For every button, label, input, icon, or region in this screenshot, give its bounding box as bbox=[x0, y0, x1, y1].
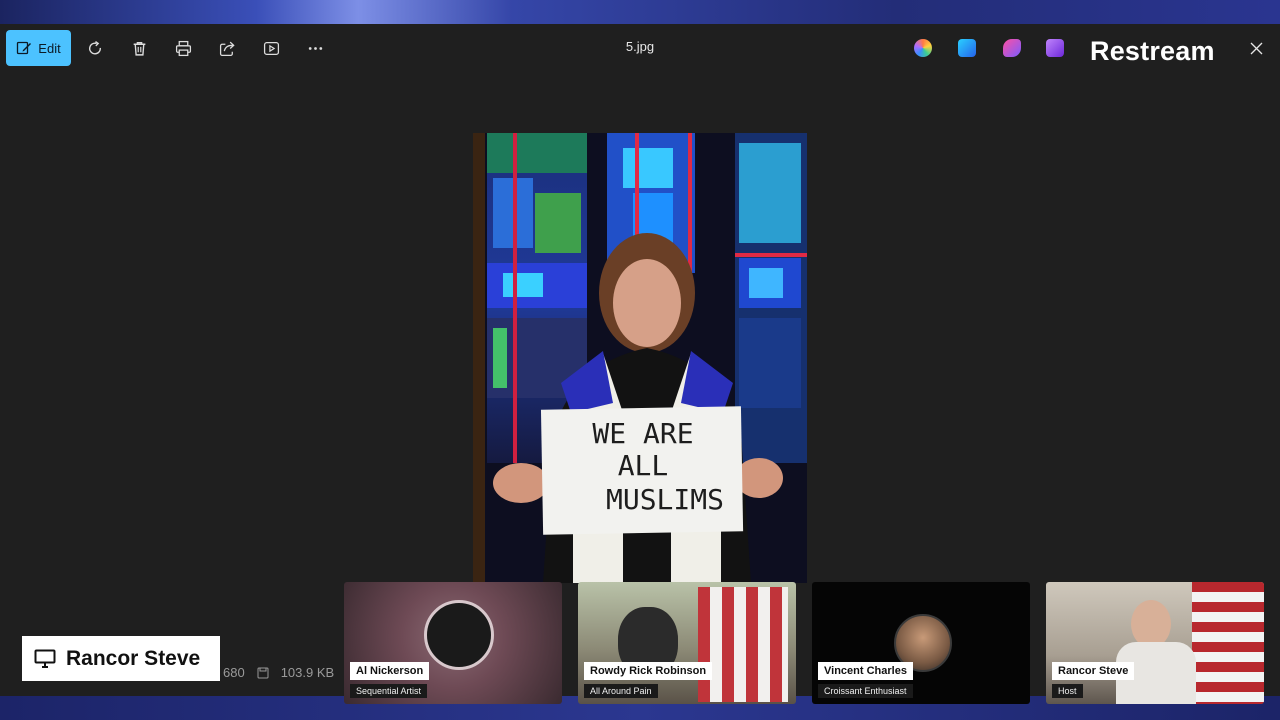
flag-backdrop bbox=[698, 587, 788, 702]
participant-name: Vincent Charles bbox=[818, 662, 913, 680]
delete-icon bbox=[133, 41, 145, 56]
photo-viewer-image: WE ARE ALL MUSLIMS bbox=[473, 133, 807, 583]
share-icon bbox=[219, 41, 235, 56]
sign-line-1: WE ARE bbox=[592, 417, 693, 450]
participant-role: Croissant Enthusiast bbox=[818, 684, 913, 698]
paint-icon[interactable] bbox=[1003, 39, 1021, 57]
participant-role: Sequential Artist bbox=[350, 684, 428, 698]
screen-share-name: Rancor Steve bbox=[66, 646, 201, 670]
image-dimension-text: 680 bbox=[223, 665, 245, 680]
print-button[interactable] bbox=[167, 32, 199, 64]
save-icon bbox=[257, 667, 269, 678]
flag-backdrop bbox=[1192, 582, 1264, 704]
participant-name: Rowdy Rick Robinson bbox=[584, 662, 713, 680]
photo-image: WE ARE ALL MUSLIMS bbox=[473, 133, 807, 583]
status-bar: 680 103.9 KB bbox=[223, 665, 334, 680]
desktop-top-strip bbox=[0, 0, 1280, 24]
clipchamp-icon[interactable] bbox=[1046, 39, 1064, 57]
participant-tile: Rancor Steve Host bbox=[1046, 582, 1264, 704]
designer-icon[interactable] bbox=[958, 39, 976, 57]
restream-watermark: Restream bbox=[1090, 36, 1215, 66]
monitor-icon bbox=[34, 649, 56, 668]
close-button[interactable] bbox=[1244, 36, 1268, 60]
file-name-title: 5.jpg bbox=[625, 39, 655, 54]
participant-tile: Vincent Charles Croissant Enthusiast bbox=[812, 582, 1030, 704]
sign-line-3: MUSLIMS bbox=[606, 483, 724, 516]
close-icon bbox=[1250, 42, 1262, 54]
screen-share-name-label: Rancor Steve bbox=[22, 636, 220, 681]
edit-label: Edit bbox=[38, 40, 61, 56]
file-size-text: 103.9 KB bbox=[280, 665, 335, 680]
avatar bbox=[424, 600, 494, 670]
avatar bbox=[1131, 600, 1171, 648]
more-button[interactable] bbox=[299, 32, 331, 64]
sign-line-2: ALL bbox=[618, 449, 669, 482]
rotate-button[interactable] bbox=[79, 32, 111, 64]
copilot-icon[interactable] bbox=[914, 39, 932, 57]
participant-name: Al Nickerson bbox=[350, 662, 430, 680]
slideshow-icon bbox=[263, 41, 279, 55]
share-button[interactable] bbox=[211, 32, 243, 64]
print-icon bbox=[175, 40, 191, 56]
participant-role: All Around Pain bbox=[584, 684, 658, 698]
slideshow-button[interactable] bbox=[255, 32, 287, 64]
participant-name: Rancor Steve bbox=[1052, 662, 1135, 680]
more-icon bbox=[308, 46, 322, 50]
participant-tile: Rowdy Rick Robinson All Around Pain bbox=[578, 582, 796, 704]
participant-role: Host bbox=[1052, 684, 1083, 698]
delete-button[interactable] bbox=[123, 32, 155, 64]
toolbar: Edit 5.jpg Restream bbox=[0, 24, 1280, 72]
edit-icon bbox=[17, 41, 32, 55]
rotate-icon bbox=[88, 40, 101, 54]
participant-tile: Al Nickerson Sequential Artist bbox=[344, 582, 562, 704]
edit-button[interactable]: Edit bbox=[6, 30, 71, 66]
